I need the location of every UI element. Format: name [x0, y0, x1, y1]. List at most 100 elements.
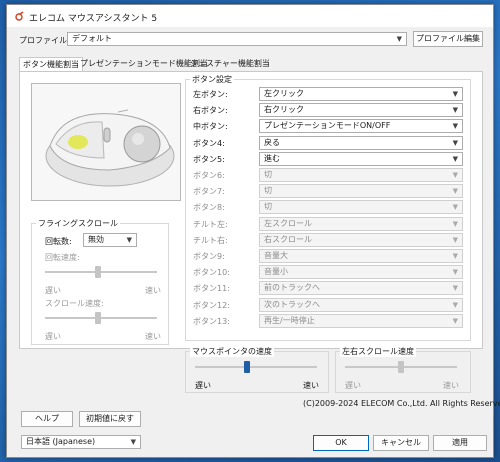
pointer-speed-slider[interactable] [243, 361, 250, 373]
button-setting-label: 左ボタン: [193, 90, 228, 99]
app-window: エレコム マウスアシスタント 5 プロファイル: デフォルト ▼ プロファイル編… [6, 4, 500, 458]
rotation-select[interactable]: 無効 ▼ [83, 233, 137, 247]
chevron-down-icon: ▼ [452, 301, 458, 309]
reset-defaults-button[interactable]: 初期値に戻す [79, 411, 141, 427]
chevron-down-icon: ▼ [126, 236, 132, 244]
language-select[interactable]: 日本語 (Japanese) ▼ [21, 435, 141, 449]
rotation-value: 無効 [88, 235, 104, 244]
button-setting-select[interactable]: 左クリック ▼ [259, 87, 463, 101]
chevron-down-icon: ▼ [452, 317, 458, 325]
button-setting-value: 左クリック [264, 89, 304, 98]
button-setting-select[interactable]: 切 ▼ [259, 168, 463, 182]
button-setting-label: ボタン7: [193, 187, 225, 196]
button-setting-label: ボタン13: [193, 317, 230, 326]
button-setting-value: 音量小 [264, 267, 288, 276]
button-setting-label: チルト左: [193, 220, 228, 229]
button-setting-select[interactable]: 進む ▼ [259, 152, 463, 166]
button-setting-value: 左スクロール [264, 219, 312, 228]
button-highlight [68, 135, 88, 149]
chevron-down-icon: ▼ [452, 90, 458, 98]
button-setting-select[interactable]: 切 ▼ [259, 200, 463, 214]
window-title: エレコム マウスアシスタント 5 [29, 14, 158, 24]
chevron-down-icon: ▼ [452, 155, 458, 163]
chevron-down-icon: ▼ [452, 171, 458, 179]
pointer-speed-max: 速い [303, 381, 319, 390]
rotation-speed-track [45, 271, 157, 273]
button-setting-value: 進む [264, 154, 280, 163]
chevron-down-icon: ▼ [396, 35, 402, 43]
button-setting-label: ボタン11: [193, 284, 230, 293]
scroll-speed-track [45, 317, 157, 319]
chevron-down-icon: ▼ [130, 438, 136, 446]
profile-select[interactable]: デフォルト ▼ [67, 32, 407, 46]
pointer-speed-title: マウスポインタの速度 [190, 346, 274, 357]
rotation-speed-min: 遅い [45, 286, 61, 295]
button-setting-value: 再生/一時停止 [264, 316, 315, 325]
button-setting-select[interactable]: 音量大 ▼ [259, 249, 463, 263]
button-settings-title: ボタン設定 [190, 74, 234, 85]
button-setting-label: ボタン4: [193, 139, 225, 148]
button-setting-value: 右クリック [264, 105, 304, 114]
mouse-image [45, 109, 175, 187]
hscroll-speed-min: 遅い [345, 381, 361, 390]
button-setting-value: 切 [264, 186, 272, 195]
chevron-down-icon: ▼ [452, 203, 458, 211]
copyright-text: (C)2009-2024 ELECOM Co.,Ltd. All Rights … [303, 399, 500, 408]
chevron-down-icon: ▼ [452, 252, 458, 260]
rotation-speed-max: 速い [145, 286, 161, 295]
ok-button[interactable]: OK [313, 435, 369, 451]
scroll-speed-max: 速い [145, 332, 161, 341]
button-setting-value: 音量大 [264, 251, 288, 260]
chevron-down-icon: ▼ [452, 236, 458, 244]
tab-button-assign[interactable]: ボタン機能割当 [19, 57, 83, 71]
pointer-speed-min: 遅い [195, 381, 211, 390]
button-setting-label: ボタン6: [193, 171, 225, 180]
button-setting-value: 切 [264, 170, 272, 179]
button-setting-select[interactable]: 右スクロール ▼ [259, 233, 463, 247]
scroll-speed-label: スクロール速度: [45, 299, 104, 308]
button-setting-select[interactable]: 次のトラックへ ▼ [259, 298, 463, 312]
hscroll-speed-slider[interactable] [398, 361, 404, 373]
button-setting-label: ボタン5: [193, 155, 225, 164]
button-setting-label: ボタン12: [193, 301, 230, 310]
profile-label: プロファイル: [19, 36, 70, 45]
button-setting-select[interactable]: 左スクロール ▼ [259, 217, 463, 231]
button-setting-value: 前のトラックへ [264, 283, 320, 292]
profile-edit-button[interactable]: プロファイル編集 [413, 31, 483, 47]
cancel-button[interactable]: キャンセル [373, 435, 429, 451]
pointer-speed-track [195, 366, 317, 368]
flying-scroll-title: フライングスクロール [36, 218, 120, 229]
button-setting-select[interactable]: 切 ▼ [259, 184, 463, 198]
button-setting-select[interactable]: プレゼンテーションモードON/OFF ▼ [259, 119, 463, 133]
button-setting-label: チルト右: [193, 236, 228, 245]
button-setting-label: ボタン8: [193, 203, 225, 212]
chevron-down-icon: ▼ [452, 187, 458, 195]
button-setting-value: 右スクロール [264, 235, 312, 244]
chevron-down-icon: ▼ [452, 220, 458, 228]
button-setting-select[interactable]: 戻る ▼ [259, 136, 463, 150]
button-setting-select[interactable]: 右クリック ▼ [259, 103, 463, 117]
title-bar: エレコム マウスアシスタント 5 [7, 5, 493, 27]
button-setting-value: プレゼンテーションモードON/OFF [264, 121, 391, 130]
help-button[interactable]: ヘルプ [21, 411, 73, 427]
button-setting-select[interactable]: 前のトラックへ ▼ [259, 281, 463, 295]
apply-button[interactable]: 適用 [433, 435, 487, 451]
button-setting-value: 次のトラックへ [264, 300, 320, 309]
rotation-speed-label: 回転速度: [45, 253, 80, 262]
button-setting-select[interactable]: 再生/一時停止 ▼ [259, 314, 463, 328]
chevron-down-icon: ▼ [452, 268, 458, 276]
button-setting-label: 右ボタン: [193, 106, 228, 115]
button-setting-label: ボタン10: [193, 268, 230, 277]
hscroll-speed-max: 速い [443, 381, 459, 390]
scroll-speed-slider[interactable] [95, 312, 101, 324]
language-value: 日本語 (Japanese) [26, 437, 96, 446]
chevron-down-icon: ▼ [452, 122, 458, 130]
chevron-down-icon: ▼ [452, 284, 458, 292]
tab-gesture-assign[interactable]: ジェスチャー機能割当 [187, 57, 273, 71]
button-setting-label: 中ボタン: [193, 122, 228, 131]
mouse-image-frame [31, 83, 181, 201]
rotation-speed-slider[interactable] [95, 266, 101, 278]
button-setting-select[interactable]: 音量小 ▼ [259, 265, 463, 279]
button-setting-value: 戻る [264, 138, 280, 147]
scroll-speed-min: 遅い [45, 332, 61, 341]
